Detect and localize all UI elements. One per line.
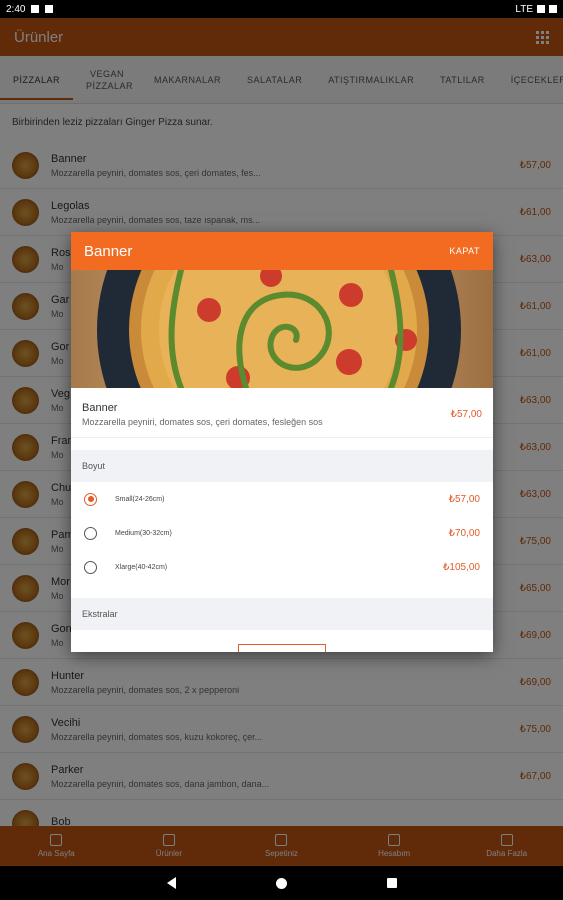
network-label: LTE	[515, 3, 533, 15]
dialog-product-name: Banner	[82, 402, 118, 414]
status-bar: 2:40 LTE	[0, 0, 563, 18]
battery-icon	[549, 5, 557, 13]
product-dialog: Banner KAPAT Banner Mozzarella peyniri, …	[71, 232, 493, 652]
radio-button[interactable]	[84, 492, 97, 506]
home-button-icon[interactable]	[275, 877, 287, 889]
size-price: ₺105,00	[443, 561, 480, 573]
size-option[interactable]: Medium(30-32cm) ₺70,00	[71, 516, 493, 550]
notification-icon	[31, 5, 40, 13]
add-to-cart-button[interactable]	[238, 644, 326, 652]
system-navigation	[0, 866, 563, 900]
dialog-product-price: ₺57,00	[450, 409, 482, 420]
dialog-product-summary: Banner Mozzarella peyniri, domates sos, …	[71, 388, 493, 438]
signal-icon	[537, 5, 545, 13]
size-section-header: Boyut	[71, 450, 493, 482]
size-label: Medium(30-32cm)	[115, 529, 172, 537]
close-button[interactable]: KAPAT	[449, 246, 480, 256]
size-label: Small(24-26cm)	[115, 495, 165, 503]
size-option[interactable]: Small(24-26cm) ₺57,00	[71, 482, 493, 516]
size-option[interactable]: Xlarge(40-42cm) ₺105,00	[71, 550, 493, 584]
product-image	[71, 270, 493, 388]
recents-icon[interactable]	[386, 878, 397, 888]
extras-section-header: Ekstralar	[71, 598, 493, 630]
size-price: ₺57,00	[448, 493, 480, 505]
back-icon[interactable]	[166, 877, 176, 889]
radio-button[interactable]	[84, 526, 97, 540]
size-label: Xlarge(40-42cm)	[115, 563, 168, 571]
dialog-product-desc: Mozzarella peyniri, domates sos, çeri do…	[82, 417, 323, 427]
dialog-header: Banner KAPAT	[71, 232, 493, 270]
size-options: Small(24-26cm) ₺57,00 Medium(30-32cm) ₺70,0…	[71, 482, 493, 584]
status-time: 2:40	[6, 3, 26, 15]
notification-icon	[45, 5, 54, 13]
radio-button[interactable]	[84, 560, 97, 574]
dialog-title: Banner	[84, 242, 133, 260]
pizza-image	[71, 270, 493, 388]
size-price: ₺70,00	[448, 527, 480, 539]
